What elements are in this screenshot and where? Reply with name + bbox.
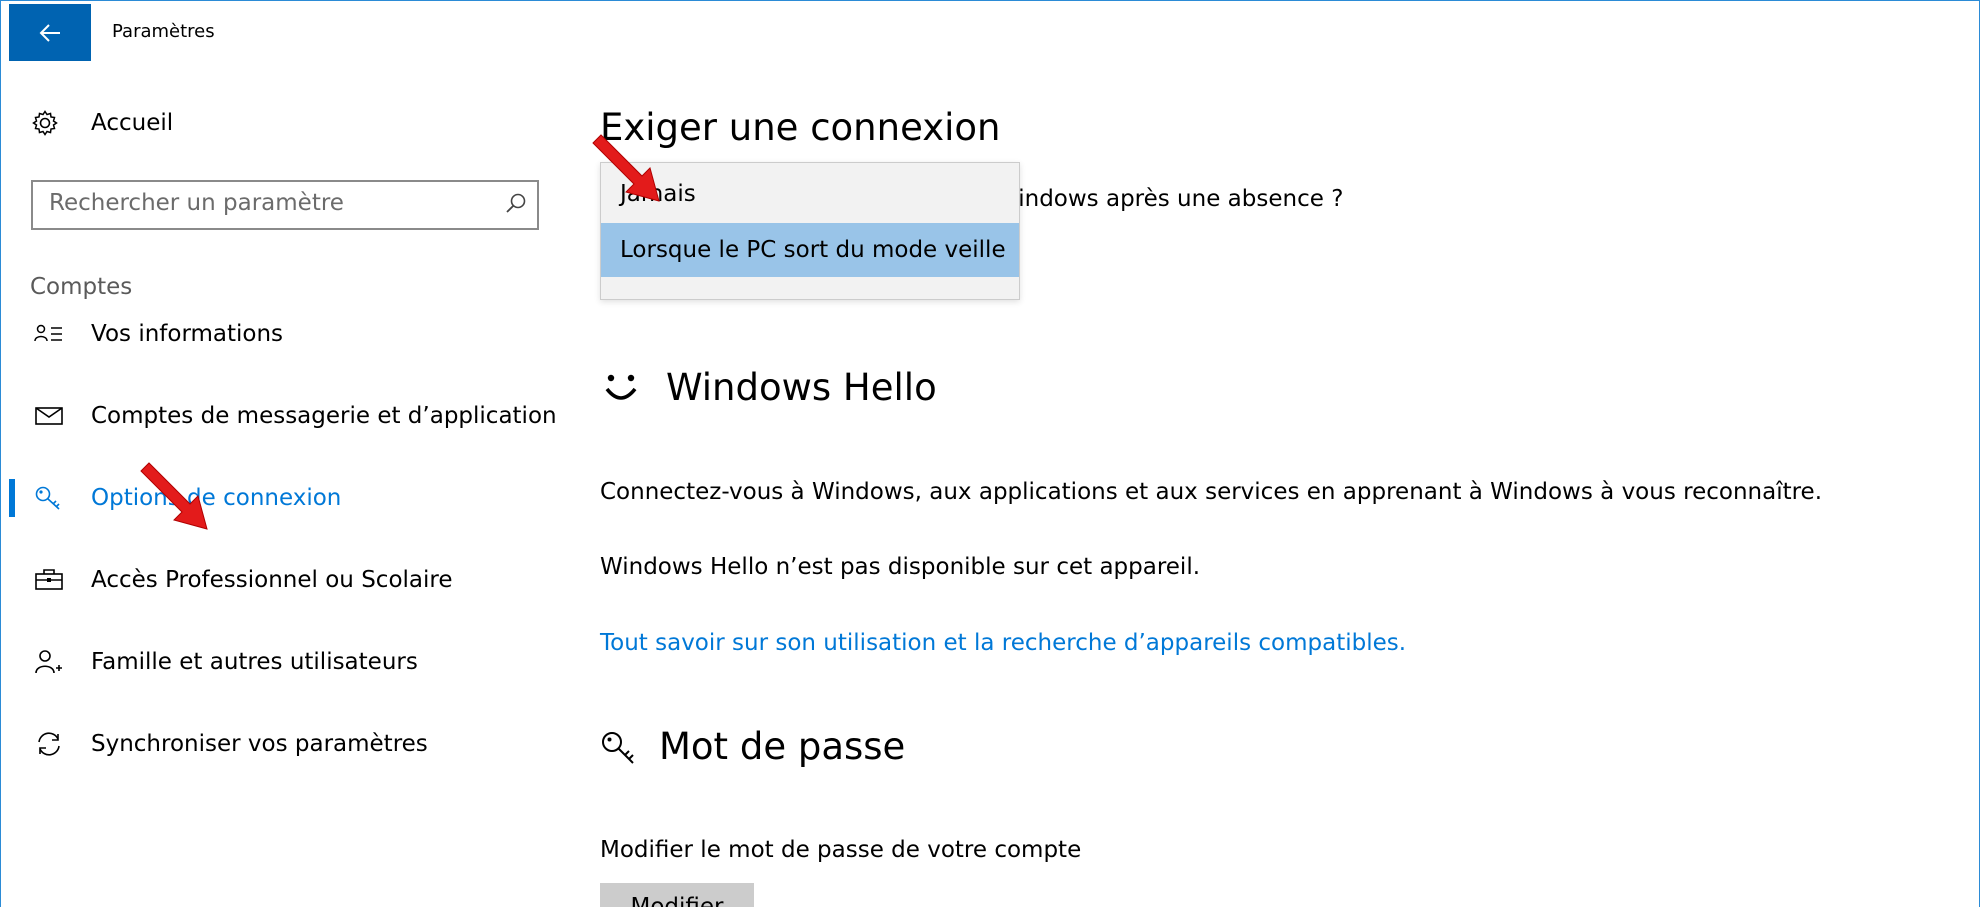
windows-hello-title: Windows Hello [666, 366, 937, 409]
main-content: Exiger une connexion Vindows après une a… [571, 61, 1979, 907]
signin-dropdown-list[interactable]: Jamais Lorsque le PC sort du mode veille [600, 162, 1020, 300]
sidebar-item-label: Vos informations [91, 321, 284, 347]
sidebar-item-options-de-connexion[interactable]: Options de connexion [1, 475, 571, 521]
key-icon [600, 730, 638, 768]
dropdown-option-label: Lorsque le PC sort du mode veille [620, 237, 1006, 263]
require-signin-title: Exiger une connexion [600, 106, 1001, 149]
briefcase-icon [34, 567, 64, 593]
sidebar-item-comptes-messagerie[interactable]: Comptes de messagerie et d’application [1, 393, 571, 439]
section-title: Comptes [30, 274, 133, 300]
active-indicator [9, 479, 15, 517]
title-bar: Paramètres [1, 1, 1979, 61]
sync-icon [34, 731, 64, 757]
gear-icon [32, 110, 58, 136]
password-description: Modifier le mot de passe de votre compte [600, 837, 1082, 863]
back-button[interactable] [9, 4, 91, 61]
sidebar-item-label: Comptes de messagerie et d’application [91, 403, 557, 429]
dropdown-option-jamais[interactable]: Jamais [601, 167, 1019, 221]
modify-password-button[interactable]: Modifier [600, 883, 754, 907]
dropdown-option-veille[interactable]: Lorsque le PC sort du mode veille [601, 223, 1019, 277]
sidebar: Accueil Comptes Vos informations [1, 61, 571, 907]
search-input[interactable] [33, 182, 489, 224]
person-list-icon [34, 321, 64, 347]
key-icon [34, 485, 64, 511]
windows-hello-description: Connectez-vous à Windows, aux applicatio… [600, 479, 1823, 505]
mail-icon [34, 403, 64, 429]
sidebar-item-label: Accès Professionnel ou Scolaire [91, 567, 453, 593]
smiley-icon [604, 372, 638, 406]
sidebar-item-synchroniser[interactable]: Synchroniser vos paramètres [1, 721, 571, 767]
sidebar-home[interactable]: Accueil [31, 105, 173, 141]
search-icon[interactable] [505, 192, 527, 214]
require-signin-question: Vindows après une absence ? [1003, 186, 1344, 212]
sidebar-item-vos-informations[interactable]: Vos informations [1, 311, 571, 357]
settings-window: Paramètres Accueil Comptes [0, 0, 1980, 907]
sidebar-item-label: Famille et autres utilisateurs [91, 649, 418, 675]
sidebar-item-famille[interactable]: Famille et autres utilisateurs [1, 639, 571, 685]
sidebar-item-acces-professionnel[interactable]: Accès Professionnel ou Scolaire [1, 557, 571, 603]
windows-hello-learn-more-link[interactable]: Tout savoir sur son utilisation et la re… [600, 630, 1406, 656]
add-person-icon [34, 649, 64, 675]
back-arrow-icon [39, 23, 60, 42]
search-box[interactable] [31, 180, 539, 230]
sidebar-item-label: Synchroniser vos paramètres [91, 731, 428, 757]
dropdown-option-label: Jamais [620, 181, 696, 207]
password-title: Mot de passe [659, 725, 906, 768]
sidebar-item-label: Options de connexion [91, 485, 342, 511]
windows-hello-unavailable: Windows Hello n’est pas disponible sur c… [600, 554, 1201, 580]
sidebar-home-label: Accueil [91, 110, 174, 136]
window-title: Paramètres [112, 21, 215, 42]
